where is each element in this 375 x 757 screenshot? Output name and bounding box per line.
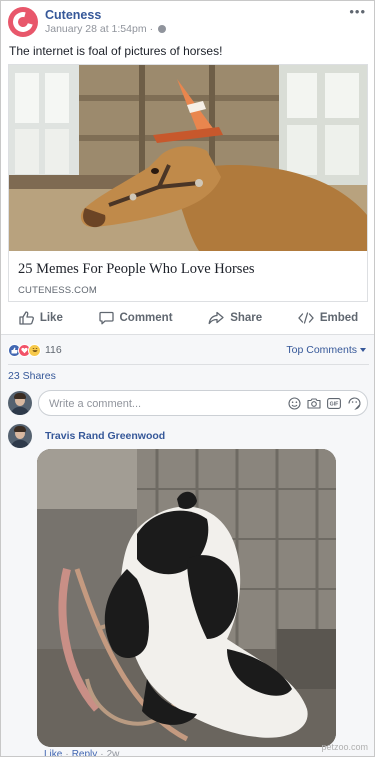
page-name-link[interactable]: Cuteness	[45, 8, 101, 22]
comment-reply-link[interactable]: Reply	[72, 749, 98, 756]
link-domain: CUTENESS.COM	[18, 285, 97, 296]
commenter-name-link[interactable]: Travis Rand Greenwood	[45, 430, 165, 442]
comment-composer: GIF	[8, 390, 368, 416]
more-options-icon[interactable]: •••	[349, 5, 366, 18]
meta-separator: ·	[149, 23, 154, 35]
like-label: Like	[39, 312, 63, 324]
comment-like-link[interactable]: Like	[44, 749, 62, 756]
gif-icon[interactable]: GIF	[327, 396, 341, 410]
divider	[8, 364, 369, 365]
chevron-down-icon	[360, 348, 366, 352]
embed-button[interactable]: Embed	[297, 312, 359, 324]
comment-age[interactable]: 2w	[107, 749, 120, 756]
camera-icon[interactable]	[307, 396, 321, 410]
post-text: The internet is foal of pictures of hors…	[9, 44, 223, 58]
comment-button[interactable]: Comment	[98, 311, 173, 325]
top-comments-dropdown[interactable]: Top Comments	[286, 344, 366, 356]
shares-count-link[interactable]: 23 Shares	[8, 370, 56, 382]
comment-input-box[interactable]: GIF	[38, 390, 368, 416]
post-header: Cuteness January 28 at 1:54pm · •••	[8, 5, 366, 39]
page-avatar[interactable]	[8, 7, 38, 37]
comment-bubble-icon	[98, 311, 114, 325]
composer-tools: GIF	[287, 396, 361, 410]
footer-separator: ·	[100, 749, 104, 757]
emoji-icon[interactable]	[287, 396, 301, 410]
svg-text:GIF: GIF	[330, 401, 339, 407]
share-label: Share	[230, 312, 263, 324]
comment-input[interactable]	[49, 396, 269, 411]
commenter-avatar[interactable]	[8, 424, 32, 448]
post-meta: January 28 at 1:54pm ·	[45, 23, 167, 35]
link-preview-card[interactable]: 25 Memes For People Who Love Horses CUTE…	[8, 64, 368, 302]
sticker-icon[interactable]	[347, 396, 361, 410]
current-user-avatar[interactable]	[8, 391, 32, 415]
panda-gif-image	[37, 449, 336, 747]
link-title[interactable]: 25 Memes For People Who Love Horses	[18, 261, 255, 278]
code-brackets-icon	[297, 312, 314, 324]
horse-with-cone-image[interactable]	[9, 65, 367, 251]
comment-gif-panda[interactable]	[37, 449, 336, 747]
embed-label: Embed	[319, 312, 359, 324]
like-button[interactable]: Like	[19, 311, 63, 325]
sort-label: Top Comments	[286, 344, 357, 356]
haha-reaction-icon[interactable]	[28, 343, 41, 357]
thumbs-up-icon	[19, 311, 34, 325]
cuteness-logo-icon	[9, 8, 37, 36]
share-button[interactable]: Share	[208, 311, 262, 325]
globe-icon	[158, 25, 167, 33]
reactions-summary: 116 Top Comments	[8, 342, 366, 358]
horse-photo	[9, 65, 367, 251]
footer-separator: ·	[65, 749, 69, 757]
post-actions-bar: Like Comment Share Embed	[1, 306, 374, 330]
share-arrow-icon	[208, 311, 224, 325]
comment-label: Comment	[119, 312, 173, 324]
post-timestamp[interactable]: January 28 at 1:54pm	[45, 23, 147, 35]
comments-section: 116 Top Comments 23 Shares Write a comme…	[1, 334, 374, 757]
reaction-count[interactable]: 116	[45, 344, 62, 356]
comment-footer: Like · Reply · 2w	[44, 749, 120, 757]
watermark-text: petzoo.com	[321, 742, 368, 752]
facebook-post: Cuteness January 28 at 1:54pm · ••• The …	[0, 0, 375, 757]
